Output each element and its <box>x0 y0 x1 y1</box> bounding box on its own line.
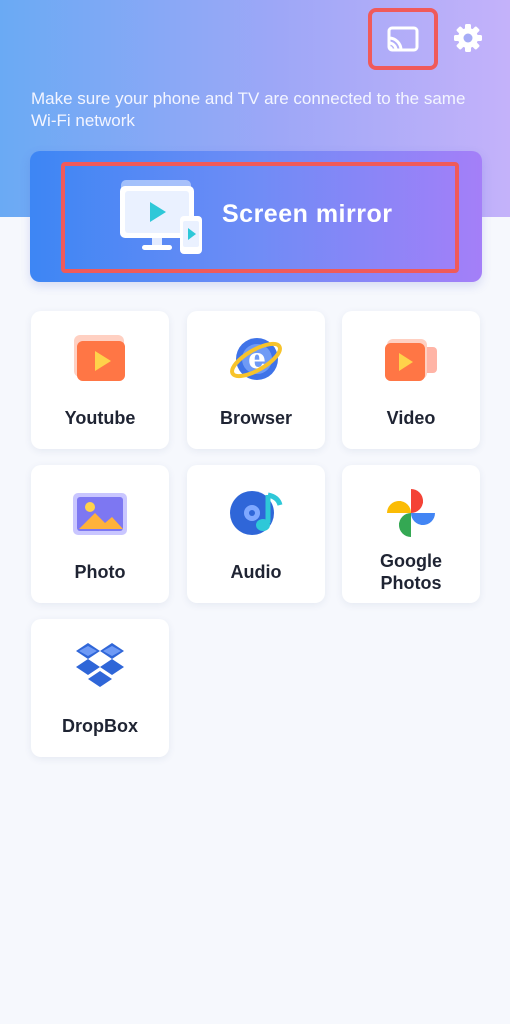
tile-label: Photo <box>74 562 126 582</box>
tile-label: DropBox <box>62 716 138 736</box>
video-icon <box>385 339 437 381</box>
tile-label: Google Photos <box>380 551 442 593</box>
tile-browser[interactable]: e Browser <box>187 311 325 449</box>
tile-label: Audio <box>230 562 282 582</box>
screen-mirror-label: Screen mirror <box>222 200 393 228</box>
tile-video[interactable]: Video <box>342 311 480 449</box>
gear-icon <box>454 24 482 52</box>
tile-audio[interactable]: Audio <box>187 465 325 603</box>
tile-label: Video <box>386 408 436 428</box>
cast-button[interactable] <box>368 8 438 70</box>
tile-dropbox[interactable]: DropBox <box>31 619 169 757</box>
photo-icon <box>73 493 127 535</box>
tile-google-photos[interactable]: Google Photos <box>342 465 480 603</box>
tile-label: Browser <box>219 408 293 428</box>
connection-hint: Make sure your phone and TV are connecte… <box>31 89 466 130</box>
cast-icon <box>387 26 419 52</box>
audio-icon <box>230 491 283 535</box>
screen-mirror-icon <box>120 180 202 254</box>
tile-label: Youtube <box>64 408 136 428</box>
tile-youtube[interactable]: Youtube <box>31 311 169 449</box>
browser-icon: e <box>230 338 282 380</box>
dropbox-icon <box>76 643 124 687</box>
settings-button[interactable] <box>450 20 486 56</box>
google-photos-icon <box>387 489 435 537</box>
screen: Make sure your phone and TV are connecte… <box>0 0 510 1024</box>
tile-photo[interactable]: Photo <box>31 465 169 603</box>
youtube-icon <box>74 335 125 381</box>
